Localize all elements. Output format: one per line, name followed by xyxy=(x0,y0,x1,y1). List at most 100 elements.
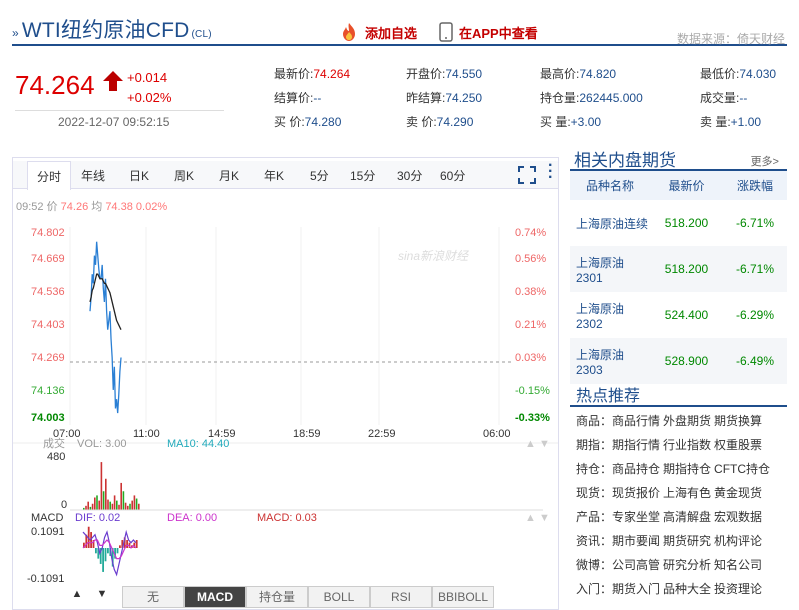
future-name[interactable]: 上海原油2302 xyxy=(570,292,650,338)
y-tick-label: 74.269 xyxy=(31,352,65,364)
stat-7: 成交量:-- xyxy=(700,89,747,106)
hot-link[interactable]: 期指持仓 xyxy=(663,462,711,476)
hot-link[interactable]: CFTC持仓 xyxy=(714,462,770,476)
hot-link[interactable]: 期指行情 xyxy=(612,438,660,452)
stat-label: 卖 价: xyxy=(406,115,437,129)
stat-10: 买 量:+3.00 xyxy=(540,113,601,130)
indicator-tab-2[interactable]: 持仓量 xyxy=(246,586,308,608)
stat-value: 74.264 xyxy=(313,67,351,81)
volume-label: 成交 xyxy=(43,436,65,450)
hot-link[interactable]: 期货研究 xyxy=(663,534,711,548)
volume-bar xyxy=(113,495,116,510)
volume-bar xyxy=(87,501,89,510)
hot-row: 持仓：商品持仓 期指持仓 CFTC持仓 xyxy=(576,457,787,481)
future-name[interactable]: 上海原油连续 xyxy=(570,200,650,246)
macd-bar xyxy=(104,548,107,562)
stat-value: +1.00 xyxy=(730,115,762,129)
future-name[interactable]: 上海原油2303 xyxy=(570,338,650,384)
table-row[interactable]: 上海原油2301 518.200 -6.71% xyxy=(570,246,787,292)
app-view-button[interactable]: 在APP中查看 xyxy=(439,22,538,42)
hot-link[interactable]: 研究分析 xyxy=(663,558,711,572)
y-tick-label: 74.669 xyxy=(31,253,65,265)
hot-link[interactable]: 机构评论 xyxy=(714,534,762,548)
vol-min: 0 xyxy=(61,499,67,511)
fullscreen-icon[interactable] xyxy=(518,166,536,184)
hot-link[interactable]: 期货换算 xyxy=(714,414,762,428)
hot-link[interactable]: 现货报价 xyxy=(612,486,660,500)
hot-link[interactable]: 外盘期货 xyxy=(663,414,711,428)
indicator-tab-1[interactable]: MACD xyxy=(184,586,246,608)
triangle-down-icon[interactable]: ▼ xyxy=(93,588,111,608)
stat-5: 昨结算:74.250 xyxy=(406,89,482,106)
tab-4[interactable]: 月K xyxy=(219,167,239,184)
vol-max: 480 xyxy=(47,451,65,463)
hot-link[interactable]: 投资理论 xyxy=(714,582,762,596)
indicator-tab-5[interactable]: BBIBOLL xyxy=(432,586,494,608)
hot-link[interactable]: 宏观数据 xyxy=(714,510,762,524)
hot-key: 现货： xyxy=(576,486,613,500)
stat-label: 最高价: xyxy=(540,67,580,81)
hot-link[interactable]: 高清解盘 xyxy=(663,510,711,524)
hot-link[interactable]: 上海有色 xyxy=(663,486,711,500)
hot-link[interactable]: 权重股票 xyxy=(714,438,762,452)
hot-link[interactable]: 知名公司 xyxy=(714,558,762,572)
indicator-tab-3[interactable]: BOLL xyxy=(308,586,370,608)
volume-bar xyxy=(120,482,122,510)
macd-bar xyxy=(116,548,119,554)
hot-key: 商品： xyxy=(576,414,613,428)
hot-row: 资讯：期市要闻 期货研究 机构评论 xyxy=(576,529,787,553)
hot-link[interactable]: 行业指数 xyxy=(663,438,711,452)
stat-value: 74.250 xyxy=(445,91,483,105)
price-chart: 74.802 74.669 74.536 74.403 74.269 74.136 74.0… xyxy=(13,227,558,585)
hot-row: 期指：期指行情 行业指数 权重股票 xyxy=(576,433,787,457)
hot-link[interactable]: 专家坐堂 xyxy=(612,510,660,524)
tab-1[interactable]: 年线 xyxy=(81,167,105,184)
indicator-tab-0[interactable]: 无 xyxy=(122,586,184,608)
stat-value: 74.820 xyxy=(579,67,617,81)
volume-bar xyxy=(131,500,133,510)
table-row[interactable]: 上海原油连续 518.200 -6.71% xyxy=(570,200,787,246)
indicator-tab-4[interactable]: RSI xyxy=(370,586,432,608)
hot-link[interactable]: 商品持仓 xyxy=(612,462,660,476)
hot-link[interactable]: 期市要闻 xyxy=(612,534,660,548)
more-menu-icon[interactable]: · · · xyxy=(548,158,553,186)
future-pct: -6.71% xyxy=(735,216,775,230)
macd-bar xyxy=(102,548,104,572)
add-favorite-button[interactable]: 添加自选 xyxy=(339,22,417,42)
tab-7[interactable]: 15分 xyxy=(350,167,375,184)
price-change: +0.014 +0.02% xyxy=(127,70,172,105)
indicator-tabs: 无 MACD 持仓量 BOLL RSI BBIBOLL xyxy=(122,586,494,608)
volume-bar xyxy=(116,500,118,510)
tab-9[interactable]: 60分 xyxy=(440,167,465,184)
hot-link[interactable]: 品种大全 xyxy=(663,582,711,596)
pct-tick-label: 0.03% xyxy=(515,352,546,364)
future-price: 518.200 xyxy=(664,216,709,230)
tab-3[interactable]: 周K xyxy=(174,167,194,184)
stat-label: 买 价: xyxy=(274,115,305,129)
future-price: 528.900 xyxy=(650,338,723,384)
volume-bar xyxy=(100,462,103,510)
hot-link[interactable]: 公司高管 xyxy=(612,558,660,572)
hot-link[interactable]: 期货入门 xyxy=(612,582,660,596)
hot-link[interactable]: 黄金现货 xyxy=(714,486,762,500)
future-price: 524.400 xyxy=(664,308,709,322)
tab-2[interactable]: 日K xyxy=(129,167,149,184)
x-tick-label: 22:59 xyxy=(368,428,396,440)
more-link[interactable]: 更多> xyxy=(751,153,779,169)
stat-11: 卖 量:+1.00 xyxy=(700,113,761,130)
tab-5[interactable]: 年K xyxy=(264,167,284,184)
table-row[interactable]: 上海原油2303 528.900 -6.49% xyxy=(570,338,787,384)
hot-link[interactable]: 商品行情 xyxy=(612,414,660,428)
tab-8[interactable]: 30分 xyxy=(397,167,422,184)
tab-6[interactable]: 5分 xyxy=(310,167,329,184)
table-row[interactable]: 上海原油2302 524.400 -6.29% xyxy=(570,292,787,338)
price-line xyxy=(89,241,122,414)
future-name[interactable]: 上海原油2301 xyxy=(570,246,650,292)
x-tick-label: 06:00 xyxy=(483,428,511,440)
volume-bar xyxy=(124,502,127,510)
collapse-icon: ▲ ▼ xyxy=(525,438,550,450)
triangle-up-icon[interactable]: ▲ xyxy=(68,588,86,608)
volume-bar xyxy=(94,497,96,510)
tab-0[interactable]: 分时 xyxy=(27,161,72,190)
stat-label: 成交量: xyxy=(700,91,740,105)
